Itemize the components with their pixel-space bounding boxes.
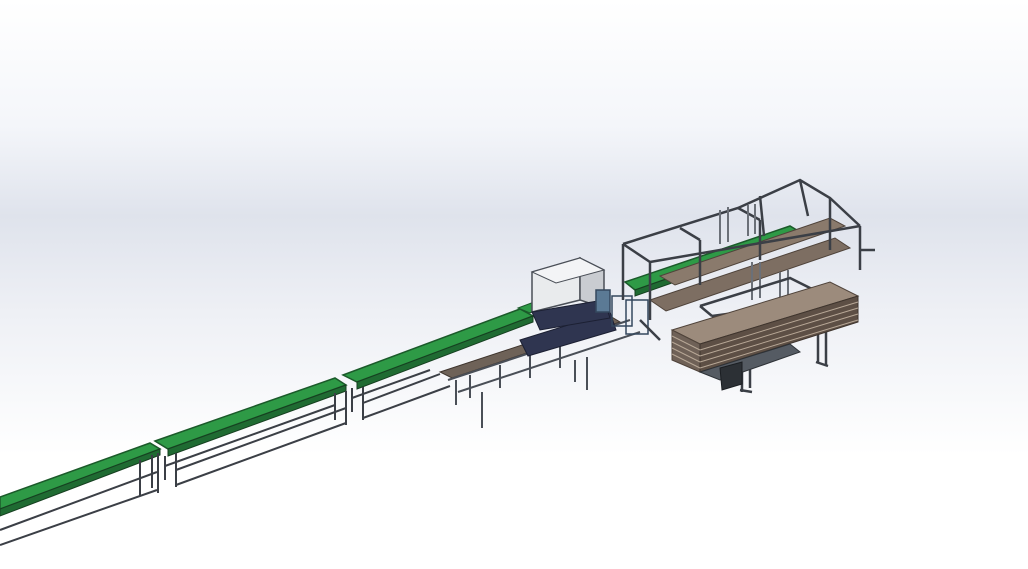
conveyor-belt — [0, 442, 162, 510]
assembly-model[interactable] — [0, 0, 1028, 569]
cad-viewport[interactable] — [0, 0, 1028, 569]
belt-conveyor-section-1[interactable] — [0, 442, 162, 546]
belt-conveyor-section-2[interactable] — [153, 377, 348, 487]
belt-conveyor-section-3[interactable] — [341, 308, 535, 420]
conveyor-belt-side — [0, 448, 161, 517]
conveyor-belt — [153, 377, 348, 450]
conveyor-belt-side — [167, 384, 347, 457]
conveyor-belt — [341, 308, 535, 383]
